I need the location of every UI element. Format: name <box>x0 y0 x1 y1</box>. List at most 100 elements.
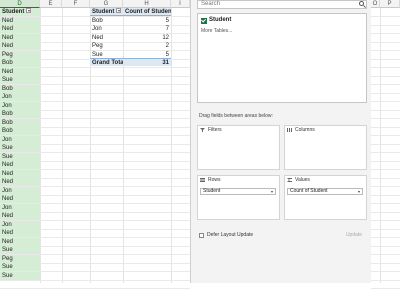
grid-line <box>371 84 400 85</box>
column-header-h[interactable]: H <box>123 0 171 8</box>
column-d-cell[interactable]: Ned <box>0 25 40 33</box>
column-d-cell[interactable]: Ned <box>0 161 40 169</box>
grid-line <box>371 58 400 60</box>
pivot-row-label[interactable]: Peg <box>90 42 123 50</box>
grid-line <box>371 160 400 162</box>
grid-line <box>371 152 400 153</box>
grid-line <box>371 271 400 272</box>
grid-line <box>371 169 400 170</box>
column-d-cell[interactable]: Jon <box>0 186 40 195</box>
filter-dropdown-icon[interactable] <box>116 8 122 13</box>
column-header-p[interactable]: P <box>380 0 400 8</box>
defer-layout-label: Defer Layout Update <box>207 232 254 238</box>
pivot-fields-pane: Search Student More Tables... Drag field… <box>190 0 371 283</box>
column-d-cell[interactable]: Ned <box>0 212 40 220</box>
column-d-cell[interactable]: Sue <box>0 144 40 152</box>
grid-line <box>371 237 400 238</box>
column-d-cell[interactable]: Peg <box>0 50 40 59</box>
column-d-cell[interactable]: Ned <box>0 16 40 25</box>
column-d-cell[interactable]: Sue <box>0 263 40 271</box>
chevron-down-icon[interactable] <box>358 191 360 193</box>
column-d-cell[interactable]: Ned <box>0 195 40 203</box>
values-field-chip[interactable]: Count of Student <box>287 188 363 195</box>
pivot-row-label[interactable]: Ned <box>90 34 123 42</box>
student-field-checkbox[interactable] <box>201 18 207 24</box>
grid-line <box>371 254 400 255</box>
column-d-cell[interactable]: Ned <box>0 42 40 50</box>
column-header-o[interactable]: O <box>371 0 380 8</box>
column-d-cell[interactable]: Bob <box>0 84 40 93</box>
update-button[interactable]: Update <box>342 231 366 239</box>
grid-line <box>371 126 400 128</box>
grid-line <box>371 245 400 247</box>
column-d-cell[interactable]: Jon <box>0 203 40 212</box>
defer-layout-checkbox[interactable] <box>199 233 204 238</box>
column-header-f[interactable]: F <box>62 0 90 8</box>
grid-line <box>371 41 400 43</box>
drag-instructions: Drag fields between areas below: <box>199 113 273 119</box>
grid-line <box>371 67 400 68</box>
rows-field-chip[interactable]: Student <box>200 188 276 195</box>
field-search-input[interactable]: Search <box>197 0 367 9</box>
grid-line <box>371 220 400 221</box>
column-d-cell[interactable]: Sue <box>0 246 40 254</box>
column-d-header-cell[interactable]: Student <box>0 8 40 16</box>
grid-line <box>371 177 400 179</box>
chevron-down-icon[interactable] <box>271 191 273 193</box>
grid-line <box>371 135 400 136</box>
pivot-row-label[interactable]: Jon <box>90 25 123 33</box>
pivot-row-label-header[interactable]: Student <box>90 8 123 16</box>
field-name-student[interactable]: Student <box>209 17 231 23</box>
rows-area[interactable]: Rows Student <box>197 175 280 220</box>
column-header-d[interactable]: D <box>0 0 40 8</box>
column-d-cell[interactable]: Sue <box>0 152 40 161</box>
sigma-icon <box>287 178 292 182</box>
grid-line <box>371 75 400 77</box>
more-tables-link[interactable]: More Tables... <box>201 28 232 34</box>
grid-line <box>0 279 190 281</box>
values-area[interactable]: Values Count of Student <box>284 175 367 220</box>
column-header-g[interactable]: G <box>90 0 123 8</box>
column-d-cell[interactable]: Ned <box>0 178 40 186</box>
column-d-cell[interactable]: Ned <box>0 67 40 76</box>
column-header-i[interactable]: I <box>171 0 190 8</box>
column-d-cell[interactable]: Bob <box>0 118 40 127</box>
pivot-row-value[interactable]: 5 <box>123 17 171 25</box>
filters-area[interactable]: Filters <box>197 125 280 170</box>
pivot-row-label[interactable]: Bob <box>90 17 123 25</box>
grid-line <box>371 211 400 213</box>
grid-line <box>371 118 400 119</box>
columns-area[interactable]: Columns <box>284 125 367 170</box>
column-d-cell[interactable]: Sue <box>0 76 40 84</box>
search-icon[interactable] <box>359 1 364 6</box>
column-d-cell[interactable]: Jon <box>0 101 40 110</box>
pivot-row-value[interactable]: 7 <box>123 25 171 33</box>
column-d-cell[interactable]: Peg <box>0 254 40 263</box>
column-d-cell[interactable]: Bob <box>0 59 40 67</box>
grid-line <box>371 203 400 204</box>
column-d-cell[interactable]: Ned <box>0 169 40 178</box>
rows-icon <box>200 178 205 182</box>
column-d-cell[interactable]: Ned <box>0 237 40 246</box>
grid-line <box>371 92 400 94</box>
pivot-row-value[interactable]: 2 <box>123 42 171 50</box>
pivot-row-value[interactable]: 12 <box>123 34 171 42</box>
column-d-cell[interactable]: Jon <box>0 93 40 101</box>
column-d-cell[interactable]: Ned <box>0 33 40 42</box>
column-d-cell[interactable]: Bob <box>0 110 40 118</box>
grid-line <box>371 16 400 17</box>
column-d-cell[interactable]: Jon <box>0 220 40 229</box>
grid-line <box>371 50 400 51</box>
filter-dropdown-icon[interactable] <box>26 8 32 13</box>
grid-line <box>371 262 400 264</box>
pivot-value-header[interactable]: Count of Student <box>123 8 171 16</box>
column-d-cell[interactable]: Ned <box>0 229 40 237</box>
filter-icon <box>200 128 205 132</box>
pivot-grand-total-label[interactable]: Grand Total <box>90 58 123 66</box>
column-d-cell[interactable]: Sue <box>0 271 40 280</box>
column-header-e[interactable]: E <box>40 0 62 8</box>
column-d-cell[interactable]: Bob <box>0 127 40 135</box>
column-d-cell[interactable]: Jon <box>0 135 40 144</box>
grid-line <box>371 24 400 26</box>
pivot-grand-total-value[interactable]: 31 <box>123 58 171 66</box>
